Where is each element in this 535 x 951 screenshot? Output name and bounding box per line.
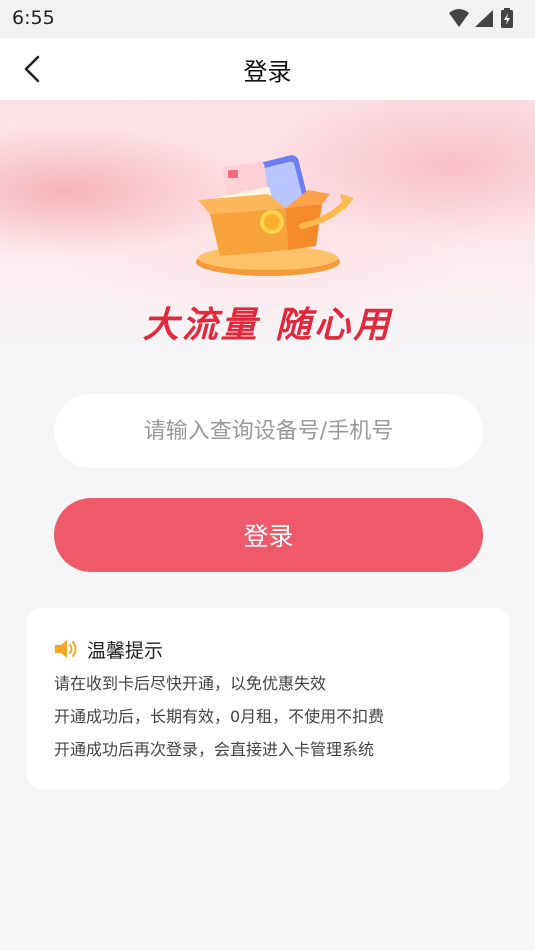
tips-header: 温馨提示: [53, 636, 163, 662]
nav-bar: 登录: [0, 38, 535, 100]
search-input-container[interactable]: [54, 394, 483, 468]
device-number-input[interactable]: [54, 417, 483, 445]
tip-line-1: 请在收到卡后尽快开通，以免优惠失效: [54, 674, 327, 693]
gift-box-phone-illustration: [196, 155, 354, 276]
tips-title: 温馨提示: [87, 639, 164, 662]
page-title: 登录: [243, 58, 292, 86]
signal-icon: [475, 10, 493, 27]
speaker-icon: [55, 640, 77, 658]
tips-card: 温馨提示 请在收到卡后尽快开通，以免优惠失效 开通成功后，长期有效，0月租，不使…: [27, 608, 510, 789]
login-button[interactable]: 登录: [54, 498, 483, 572]
battery-charging-icon: [501, 8, 513, 28]
hero-banner: 大流量 随心用: [0, 100, 535, 360]
tip-line-3: 开通成功后再次登录，会直接进入卡管理系统: [54, 740, 375, 759]
tip-line-2: 开通成功后，长期有效，0月租，不使用不扣费: [54, 707, 385, 726]
status-icons: [449, 8, 513, 28]
slogan: 大流量 随心用: [142, 305, 393, 346]
wifi-icon: [449, 9, 469, 27]
status-time: 6:55: [12, 7, 55, 29]
status-bar: 6:55: [0, 0, 535, 38]
